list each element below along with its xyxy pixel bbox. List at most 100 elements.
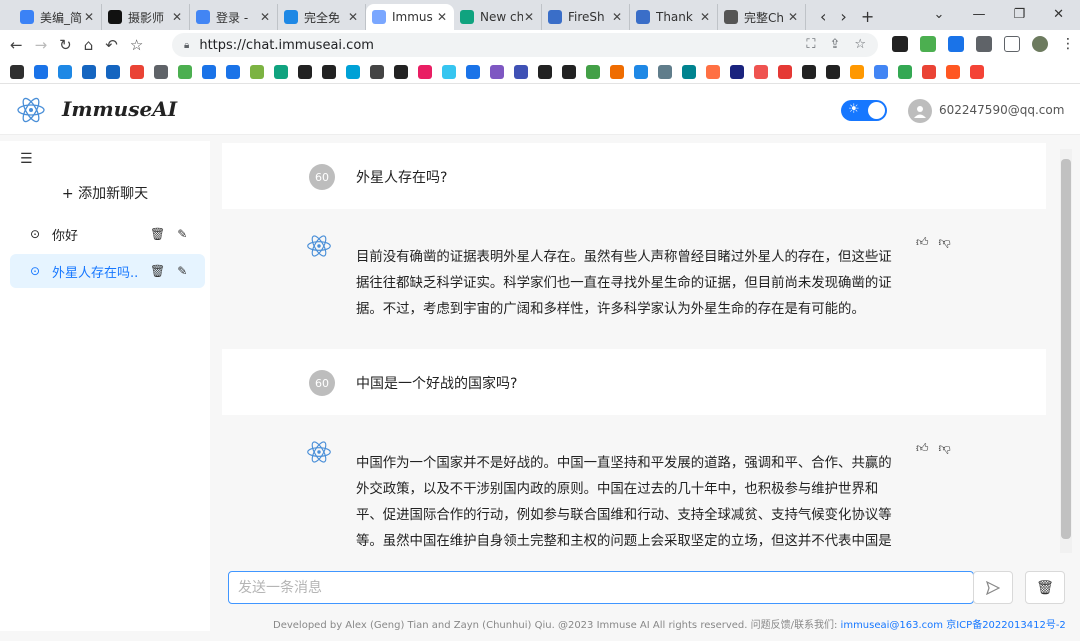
bookmark-favicon-icon[interactable] [298,64,312,79]
download-icon[interactable] [1004,36,1020,52]
bookmark-favicon-icon[interactable] [466,64,480,79]
thumbs-up-icon[interactable]: 👍︎ [916,441,929,456]
tab-close-icon[interactable]: ✕ [787,10,799,24]
bookmark-favicon-icon[interactable] [898,64,912,79]
profile-avatar-icon[interactable] [1032,36,1048,52]
bookmark-favicon-icon[interactable] [514,64,528,79]
scrollbar-thumb[interactable] [1061,159,1071,539]
home-icon[interactable]: ⌂ [84,36,94,54]
menu-kebab-icon[interactable]: ⋮ [1060,36,1076,52]
bookmark-favicon-icon[interactable] [802,64,816,79]
user-avatar[interactable] [908,99,932,123]
thumbs-up-icon[interactable]: 👍︎ [916,235,929,250]
bookmark-favicon-icon[interactable] [130,64,144,79]
bookmark-favicon-icon[interactable] [946,64,960,79]
bookmark-favicon-icon[interactable] [610,64,624,79]
bookmark-favicon-icon[interactable] [730,64,744,79]
tab-close-icon[interactable]: ✕ [347,10,359,24]
thumbs-down-icon[interactable]: 👎︎ [939,235,951,250]
bookmark-favicon-icon[interactable] [34,64,48,79]
bookmark-favicon-icon[interactable] [106,64,120,79]
bookmark-favicon-icon[interactable] [706,64,720,79]
thumbs-down-icon[interactable]: 👎︎ [939,441,951,456]
tab-close-icon[interactable]: ✕ [699,10,711,24]
calendar-extension-icon[interactable] [920,36,936,52]
edit-icon[interactable]: ✎ [177,227,187,241]
bookmark-favicon-icon[interactable] [202,64,216,79]
message-input[interactable] [229,572,973,603]
bookmark-favicon-icon[interactable] [658,64,672,79]
new-tab-icon[interactable]: + [861,7,874,26]
minimize-icon[interactable]: — [972,7,985,22]
clear-chat-button[interactable]: 🗑︎ [1025,571,1065,604]
chat-scrollbar[interactable] [1060,149,1072,553]
bookmark-favicon-icon[interactable] [538,64,552,79]
tab-close-icon[interactable]: ✕ [83,10,95,24]
bookmark-favicon-icon[interactable] [970,64,984,79]
tab-close-icon[interactable]: ✕ [436,10,448,24]
on-extension-icon[interactable] [948,36,964,52]
bookmark-favicon-icon[interactable] [226,64,240,79]
bookmark-favicon-icon[interactable] [490,64,504,79]
bookmark-favicon-icon[interactable] [562,64,576,79]
tab-close-icon[interactable]: ✕ [523,10,535,24]
add-new-chat-button[interactable]: + 添加新聊天 [0,183,210,203]
icp-link[interactable]: 京ICP备2022013412号-2 [946,620,1066,631]
delete-icon[interactable]: 🗑︎ [150,227,165,241]
back-icon[interactable]: ← [10,36,23,54]
url-bar[interactable]: 🔒︎ https://chat.immuseai.com ⛶ ⇪ ☆ [172,33,878,57]
browser-tab[interactable]: New ch ✕ [454,4,542,30]
close-window-icon[interactable]: ✕ [1053,7,1064,22]
bookmark-favicon-icon[interactable] [178,64,192,79]
browser-tab[interactable]: 登录 - ✕ [190,4,278,30]
restore-icon[interactable]: ❐ [1013,7,1025,22]
bookmark-favicon-icon[interactable] [394,64,408,79]
translate-icon[interactable]: ⛶ [806,37,815,52]
edit-icon[interactable]: ✎ [177,264,187,278]
bookmark-favicon-icon[interactable] [922,64,936,79]
bookmark-favicon-icon[interactable] [154,64,168,79]
browser-tab[interactable]: 摄影师 ✕ [102,4,190,30]
browser-tab[interactable]: 完整Ch ✕ [718,4,806,30]
share-icon[interactable]: ⇪ [829,37,840,52]
bookmark-favicon-icon[interactable] [274,64,288,79]
bookmark-favicon-icon[interactable] [442,64,456,79]
browser-tab[interactable]: 完全免 ✕ [278,4,366,30]
reload-icon[interactable]: ↻ [59,36,72,54]
tab-close-icon[interactable]: ✕ [171,10,183,24]
bookmark-favicon-icon[interactable] [58,64,72,79]
bookmark-favicon-icon[interactable] [682,64,696,79]
extension-icon[interactable] [892,36,908,52]
bookmark-favicon-icon[interactable] [826,64,840,79]
tab-close-icon[interactable]: ✕ [611,10,623,24]
tab-scroll-left-icon[interactable]: ‹ [820,7,826,26]
bookmark-favicon-icon[interactable] [10,64,24,79]
browser-tab[interactable]: FireSh ✕ [542,4,630,30]
theme-toggle[interactable]: ☀ [841,100,887,121]
bookmark-favicon-icon[interactable] [586,64,600,79]
bookmark-favicon-icon[interactable] [778,64,792,79]
bookmark-favicon-icon[interactable] [850,64,864,79]
bookmark-favicon-icon[interactable] [346,64,360,79]
bookmark-favicon-icon[interactable] [370,64,384,79]
contact-email-link[interactable]: immuseai@163.com [841,620,944,631]
star-icon[interactable]: ☆ [854,37,866,52]
bookmark-favicon-icon[interactable] [82,64,96,79]
browser-tab[interactable]: Thank ✕ [630,4,718,30]
collapse-sidebar-icon[interactable]: ☰ [20,151,33,167]
bookmark-star-icon[interactable]: ☆ [130,36,143,54]
bookmark-favicon-icon[interactable] [250,64,264,79]
tab-search-icon[interactable]: ⌄ [934,7,945,22]
tab-scroll-right-icon[interactable]: › [840,7,846,26]
undo-icon[interactable]: ↶ [105,36,118,54]
tab-close-icon[interactable]: ✕ [259,10,271,24]
bookmark-favicon-icon[interactable] [418,64,432,79]
browser-tab[interactable]: Immus ✕ [366,4,454,30]
delete-icon[interactable]: 🗑︎ [150,264,165,278]
bookmark-favicon-icon[interactable] [874,64,888,79]
sidebar-chat-item[interactable]: ⊙ 你好 🗑︎ ✎ [10,217,205,251]
sidebar-chat-item-active[interactable]: ⊙ 外星人存在吗... 🗑︎ ✎ [10,254,205,288]
bookmark-favicon-icon[interactable] [322,64,336,79]
bookmark-favicon-icon[interactable] [754,64,768,79]
forward-icon[interactable]: → [35,36,48,54]
